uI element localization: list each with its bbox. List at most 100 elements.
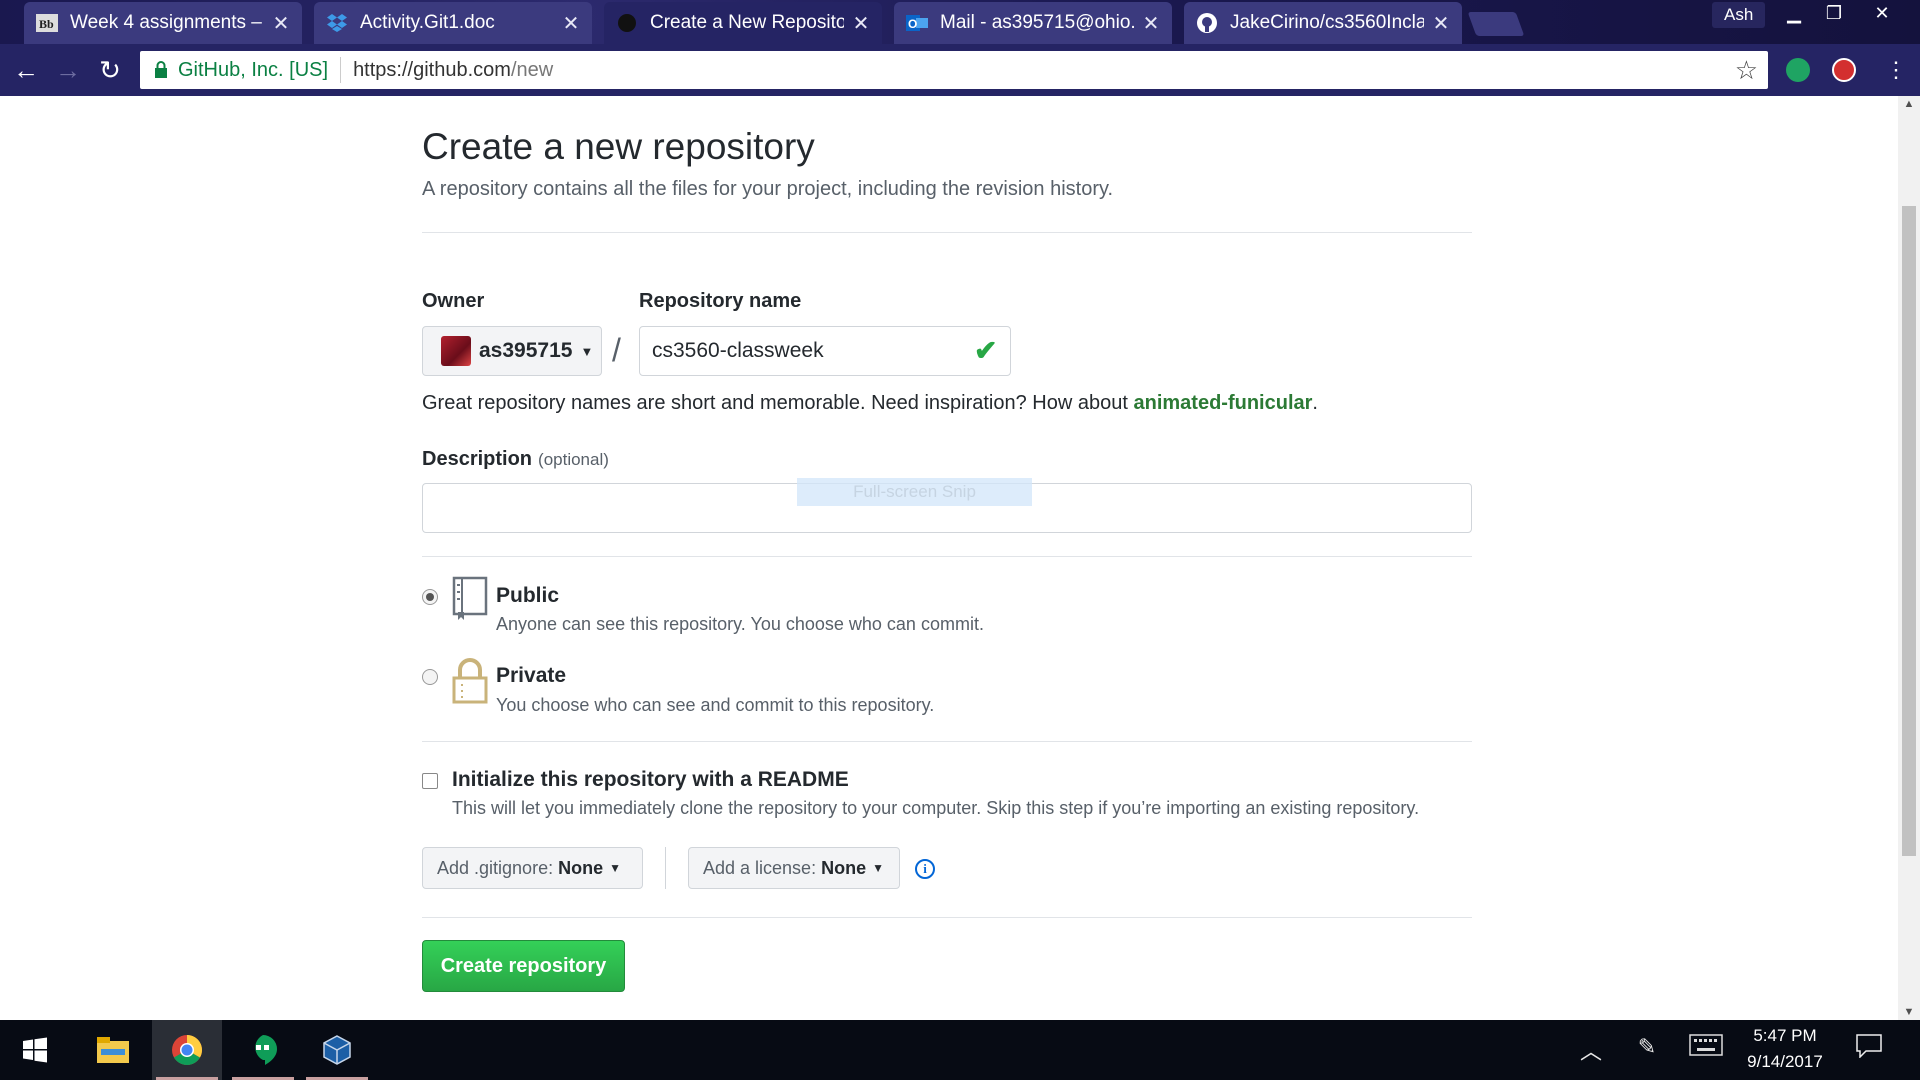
public-radio[interactable]	[422, 589, 438, 605]
readme-description: This will let you immediately clone the …	[452, 798, 1420, 818]
name-hint: Great repository names are short and mem…	[422, 392, 1318, 415]
tab-week4-assignments[interactable]: Bb Week 4 assignments – C ✕	[24, 2, 302, 44]
lock-icon	[154, 61, 168, 79]
readme-title: Initialize this repository with a README	[452, 768, 849, 791]
extension-green-icon[interactable]	[1786, 58, 1810, 82]
description-label-text: Description	[422, 448, 533, 470]
caret-down-icon: ▼	[609, 861, 621, 875]
divider	[422, 232, 1472, 233]
vertical-scrollbar[interactable]: ▲ ▼	[1898, 96, 1920, 1020]
hangouts-icon[interactable]	[228, 1020, 298, 1080]
extension-red-icon[interactable]	[1832, 58, 1856, 82]
create-repository-button[interactable]: Create repository	[422, 940, 625, 992]
back-icon[interactable]: ←	[10, 54, 42, 86]
svg-text:Bb: Bb	[39, 17, 54, 31]
public-description: Anyone can see this repository. You choo…	[496, 614, 984, 634]
scrollbar-thumb[interactable]	[1902, 206, 1916, 856]
notifications-icon[interactable]	[1854, 1034, 1884, 1064]
checkmark-icon: ✔	[974, 335, 998, 366]
virtualbox-icon[interactable]	[302, 1020, 372, 1080]
info-icon[interactable]: i	[915, 859, 935, 879]
blackboard-icon: Bb	[36, 12, 58, 34]
private-radio[interactable]	[422, 669, 438, 685]
github-icon	[1196, 12, 1218, 34]
divider	[340, 57, 342, 83]
keyboard-icon[interactable]	[1686, 1034, 1726, 1062]
name-hint-text: Great repository names are short and mem…	[422, 392, 1134, 414]
reload-icon[interactable]: ↻	[94, 54, 126, 86]
owner-value: as395715	[479, 339, 573, 362]
tab-create-repository[interactable]: Create a New Repository ✕	[604, 2, 882, 44]
private-title: Private	[496, 664, 567, 687]
avatar	[441, 336, 471, 366]
repo-book-icon	[452, 576, 488, 627]
divider	[422, 556, 1472, 557]
snip-overlay: Full-screen Snip	[797, 478, 1032, 506]
divider	[422, 741, 1472, 742]
site-identity: GitHub, Inc. [US]	[178, 58, 329, 81]
description-label: Description (optional)	[422, 448, 609, 471]
gitignore-value: None	[558, 857, 604, 878]
profile-button[interactable]: Ash	[1712, 2, 1766, 28]
owner-label: Owner	[422, 290, 485, 312]
close-icon[interactable]: ✕	[852, 11, 870, 36]
repo-name-label: Repository name	[639, 290, 802, 312]
license-dropdown[interactable]: Add a license: None ▼	[688, 847, 900, 889]
tab-title: Mail - as395715@ohio.e	[940, 12, 1134, 33]
chevron-up-icon[interactable]: ︿	[1576, 1034, 1606, 1066]
close-icon[interactable]: ✕	[1142, 11, 1160, 36]
page-content: Create a new repository A repository con…	[0, 96, 1898, 1020]
outlook-icon: O	[906, 12, 928, 34]
readme-checkbox[interactable]	[422, 773, 438, 789]
browser-toolbar: ← → ↻ GitHub, Inc. [US] https://github.c…	[0, 44, 1920, 96]
private-description: You choose who can see and commit to thi…	[496, 695, 935, 715]
close-icon[interactable]: ✕	[272, 11, 290, 36]
lock-icon	[452, 658, 488, 709]
license-label: Add a license:	[703, 857, 817, 878]
forward-icon[interactable]: →	[52, 54, 84, 86]
caret-down-icon: ▼	[580, 343, 594, 359]
scroll-up-icon[interactable]: ▲	[1902, 98, 1916, 110]
license-value: None	[821, 857, 867, 878]
suggested-name-link[interactable]: animated-funicular	[1133, 392, 1312, 414]
owner-dropdown[interactable]: as395715 ▼	[422, 326, 602, 376]
dropbox-icon	[326, 12, 348, 34]
clock-time[interactable]: 5:47 PM	[1735, 1026, 1835, 1046]
public-title: Public	[496, 584, 560, 607]
browser-tab-strip: Bb Week 4 assignments – C ✕ Activity.Git…	[0, 0, 1920, 44]
github-icon	[616, 12, 638, 34]
new-tab-button[interactable]	[1467, 12, 1525, 36]
slash-separator: /	[612, 332, 621, 368]
page-title: Create a new repository	[422, 126, 815, 167]
url-host: https://github.com	[353, 58, 511, 81]
name-hint-suffix: .	[1312, 392, 1318, 414]
tab-title: Activity.Git1.doc	[360, 12, 495, 33]
close-icon[interactable]: ✕	[1432, 11, 1450, 36]
file-explorer-icon[interactable]	[78, 1020, 148, 1080]
close-icon[interactable]: ✕	[562, 11, 580, 36]
windows-start-icon[interactable]	[0, 1020, 70, 1080]
clock-date[interactable]: 9/14/2017	[1735, 1052, 1835, 1072]
minimize-icon[interactable]: ▁	[1774, 0, 1814, 28]
tab-title: Create a New Repository	[650, 12, 844, 33]
scroll-down-icon[interactable]: ▼	[1902, 1006, 1916, 1018]
tab-activity-doc[interactable]: Activity.Git1.doc ✕	[314, 2, 592, 44]
chrome-icon[interactable]	[152, 1020, 222, 1080]
gitignore-label: Add .gitignore:	[437, 857, 554, 878]
menu-kebab-icon[interactable]: ⋮	[1880, 54, 1912, 86]
address-bar[interactable]: GitHub, Inc. [US] https://github.com/new…	[140, 51, 1768, 89]
url-path: /new	[510, 58, 554, 81]
bookmark-star-icon[interactable]: ☆	[1735, 55, 1758, 86]
windows-taskbar: ︿ ✎ 5:47 PM 9/14/2017	[0, 1020, 1920, 1080]
gitignore-dropdown[interactable]: Add .gitignore: None ▼	[422, 847, 643, 889]
tab-title: JakeCirino/cs3560Inclass	[1230, 12, 1424, 33]
close-window-icon[interactable]: ✕	[1862, 0, 1902, 28]
tab-title: Week 4 assignments – C	[70, 12, 264, 33]
restore-icon[interactable]: ❐	[1814, 0, 1854, 28]
tab-jakecirino-repo[interactable]: JakeCirino/cs3560Inclass ✕	[1184, 2, 1462, 44]
page-subtitle: A repository contains all the files for …	[422, 178, 1114, 200]
tab-mail[interactable]: O Mail - as395715@ohio.e ✕	[894, 2, 1172, 44]
pen-icon[interactable]: ✎	[1632, 1034, 1662, 1060]
repo-name-input[interactable]	[639, 326, 1011, 376]
caret-down-icon: ▼	[872, 861, 884, 875]
